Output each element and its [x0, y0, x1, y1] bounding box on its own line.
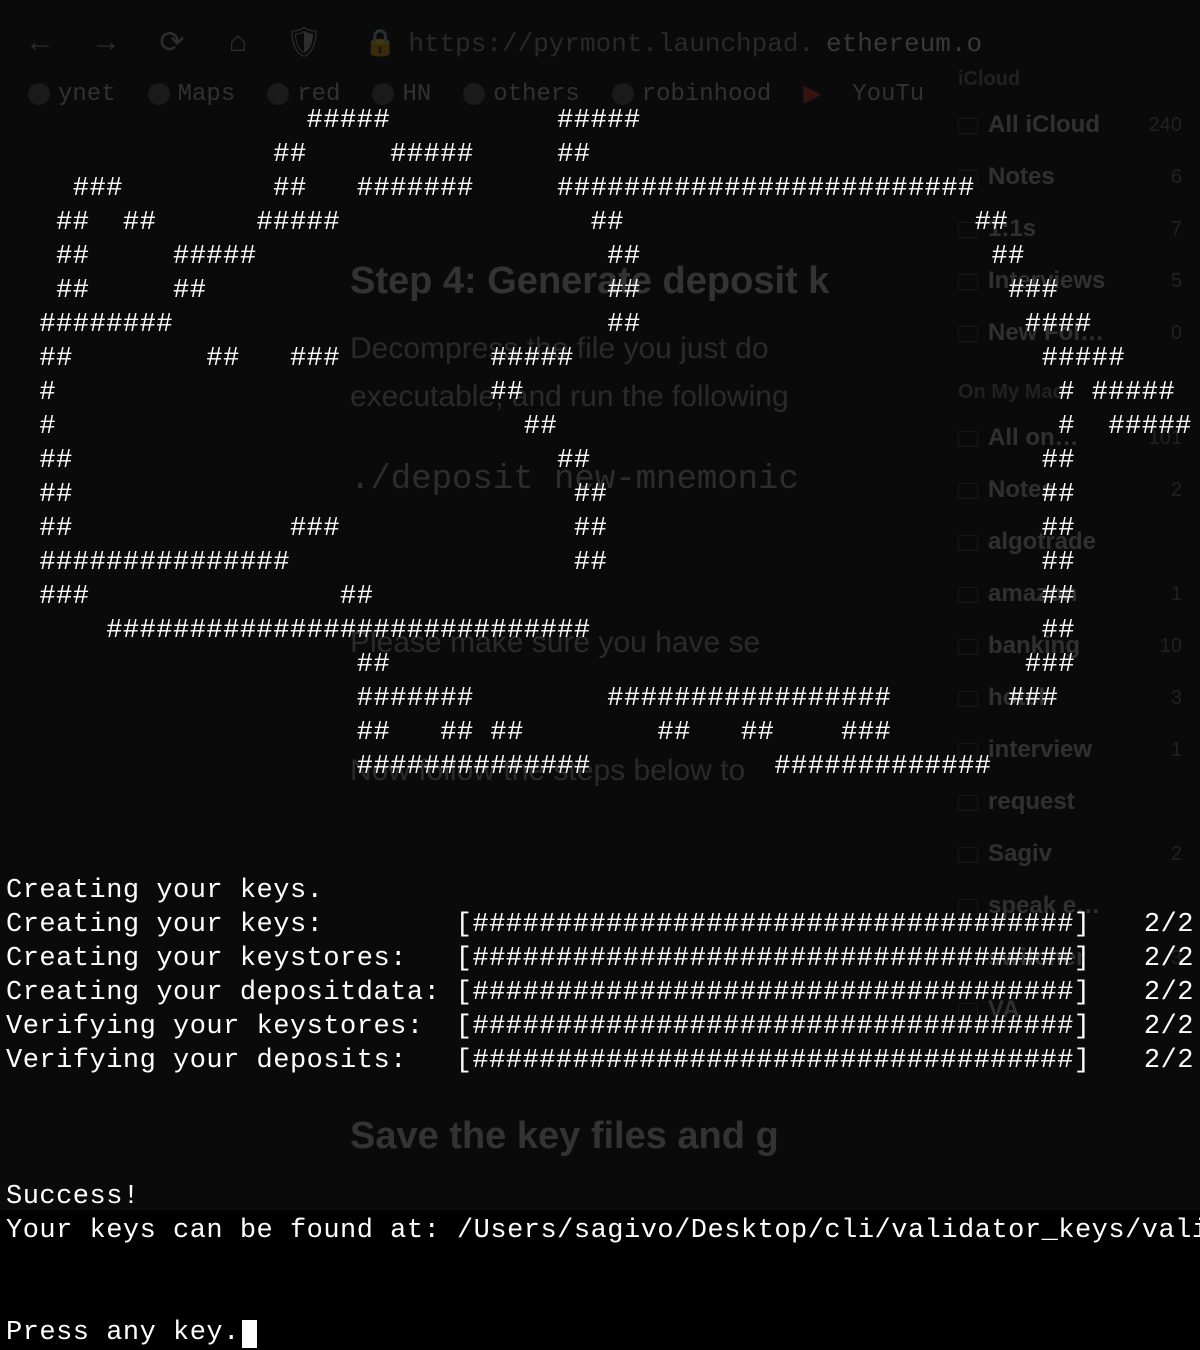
progress-count: 2/2	[1090, 1010, 1194, 1044]
keys-path-line: Your keys can be found at: /Users/sagivo…	[6, 1216, 1200, 1246]
progress-label: Creating your keystores:	[6, 942, 456, 976]
progress-count: 2/2	[1090, 1044, 1194, 1078]
progress-label: Verifying your deposits:	[6, 1044, 456, 1078]
progress-block: Creating your keys. Creating your keys:[…	[6, 840, 1194, 1112]
progress-row: Creating your keys:[####################…	[6, 908, 1194, 942]
progress-bar: [####################################]	[456, 976, 1091, 1010]
creating-keys-line: Creating your keys.	[6, 876, 323, 906]
progress-bar: [####################################]	[456, 942, 1091, 976]
progress-bar: [####################################]	[456, 1010, 1091, 1044]
progress-count: 2/2	[1090, 976, 1194, 1010]
progress-bar: [####################################]	[456, 908, 1091, 942]
progress-label: Creating your keys:	[6, 908, 456, 942]
terminal-cursor	[242, 1320, 257, 1348]
progress-bar: [####################################]	[456, 1044, 1091, 1078]
terminal-window[interactable]: ##### ##### ## ##### ## ### ## ####### #…	[0, 0, 1200, 1350]
progress-label: Creating your depositdata:	[6, 976, 456, 1010]
progress-row: Verifying your deposits:[###############…	[6, 1044, 1194, 1078]
progress-row: Creating your depositdata:[#############…	[6, 976, 1194, 1010]
progress-label: Verifying your keystores:	[6, 1010, 456, 1044]
progress-row: Creating your keystores:[###############…	[6, 942, 1194, 976]
press-any-key: Press any key.	[6, 1318, 240, 1348]
ascii-art: ##### ##### ## ##### ## ### ## ####### #…	[6, 106, 1192, 782]
success-line: Success!	[6, 1182, 140, 1212]
progress-row: Verifying your keystores:[##############…	[6, 1010, 1194, 1044]
progress-count: 2/2	[1090, 908, 1194, 942]
progress-count: 2/2	[1090, 942, 1194, 976]
